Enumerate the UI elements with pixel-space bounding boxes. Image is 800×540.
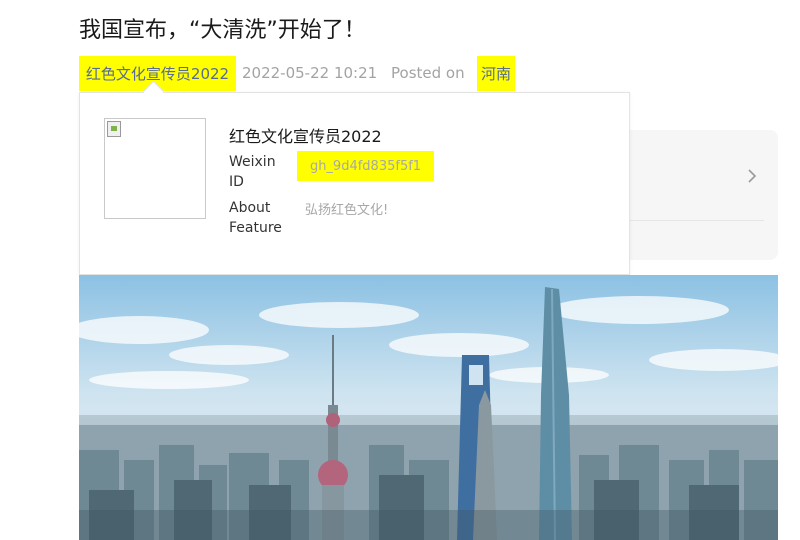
profile-avatar [104, 118, 206, 219]
weixin-id-value: gh_9d4fd835f5f1 [297, 151, 434, 181]
broken-image-icon [107, 121, 121, 137]
weixin-id-label: Weixin ID [229, 154, 276, 190]
publish-datetime: 2022-05-22 10:21 [242, 64, 378, 82]
article-cover-photo [79, 275, 778, 540]
chevron-right-icon[interactable] [743, 166, 761, 186]
location-link[interactable]: 河南 [477, 56, 515, 91]
about-value: 弘扬红色文化! [305, 203, 389, 218]
article-title: 我国宣布，“大清洗”开始了！ [79, 18, 366, 43]
article-meta: 红色文化宣传员2022 2022-05-22 10:21 Posted on 河… [0, 56, 800, 91]
profile-name: 红色文化宣传员2022 [229, 127, 382, 146]
about-label: About Feature [229, 200, 282, 236]
posted-on-label: Posted on [391, 64, 465, 82]
city-skyline-image [79, 275, 778, 540]
